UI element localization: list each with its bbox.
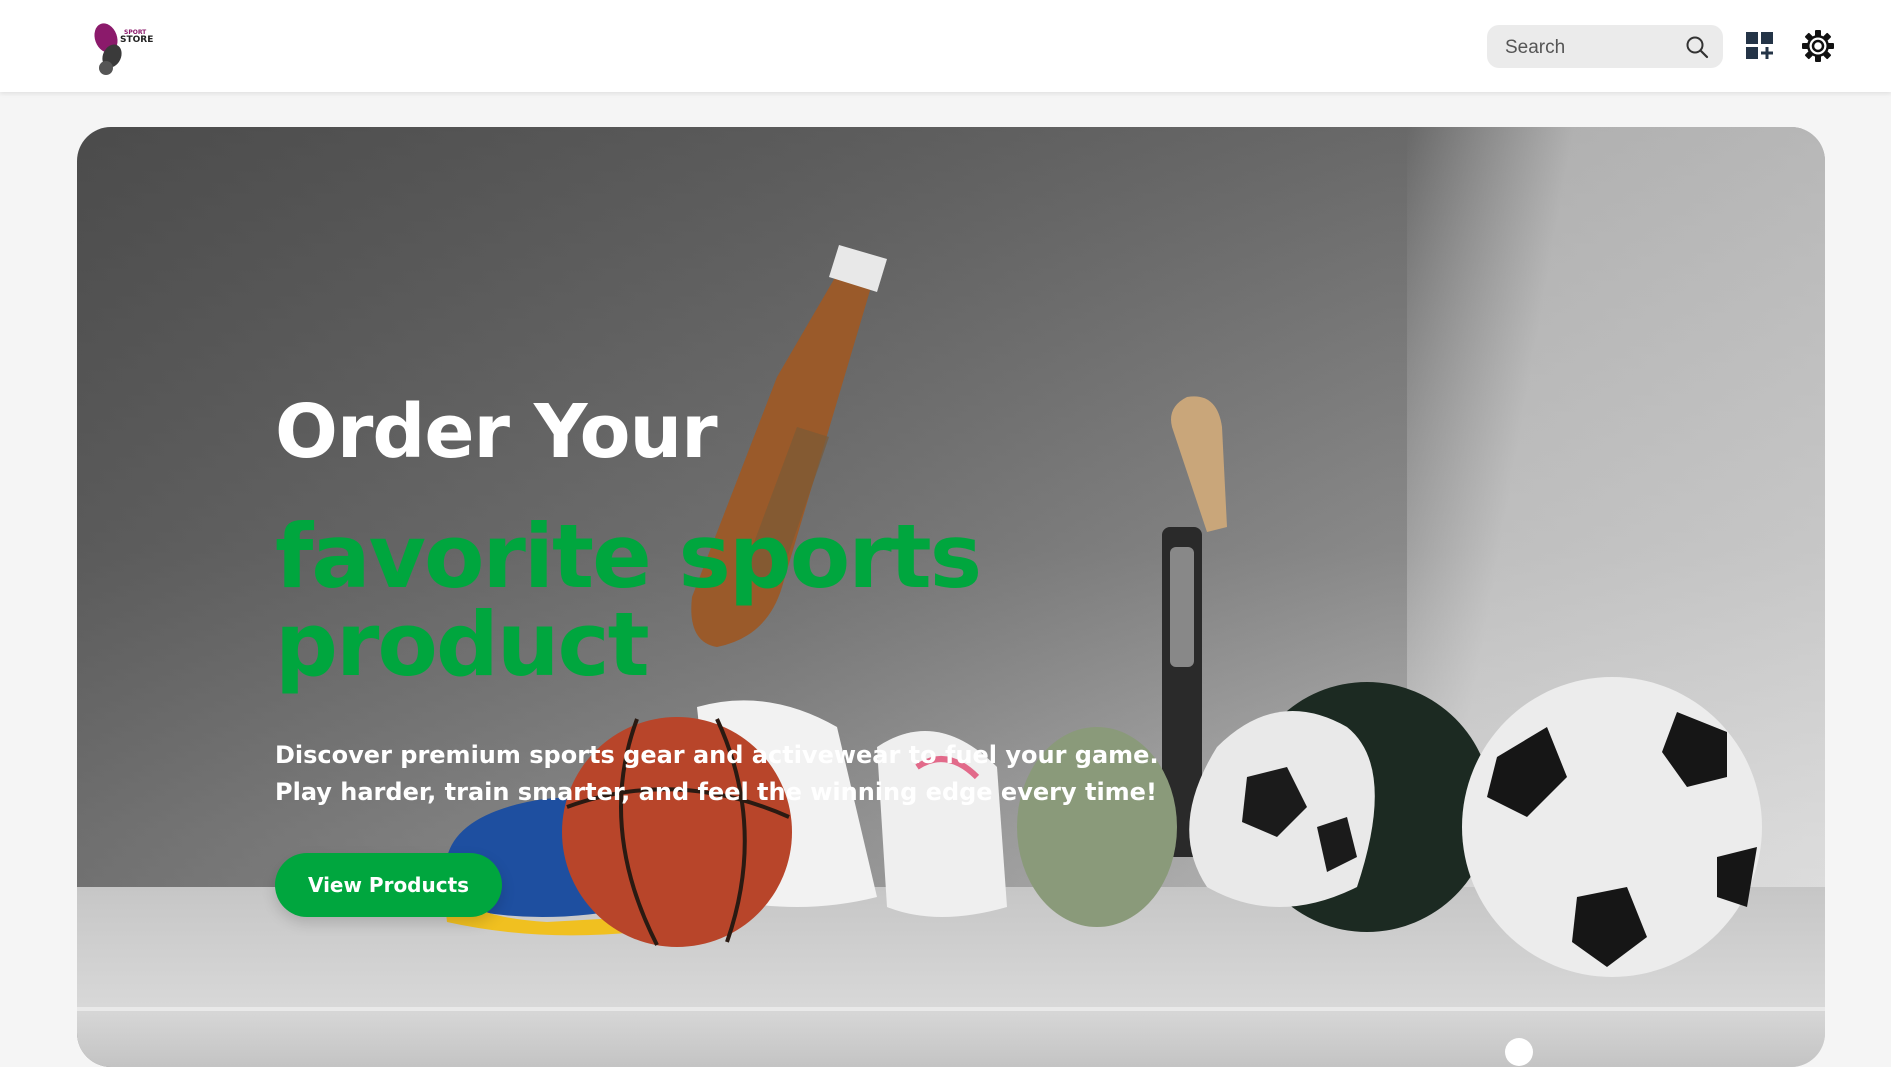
search-icon[interactable] bbox=[1685, 35, 1709, 59]
soccer-ball-illustration bbox=[1462, 677, 1762, 977]
hero-title: Order Your bbox=[275, 389, 718, 475]
sport-store-logo[interactable]: SPORT STORE bbox=[90, 20, 154, 76]
search-box bbox=[1487, 25, 1723, 70]
search-input[interactable] bbox=[1503, 25, 1681, 70]
hero-content: Order Your favorite sports product Disco… bbox=[275, 395, 1375, 917]
top-navbar: SPORT STORE bbox=[0, 0, 1891, 92]
hero-description-line-1: Discover premium sports gear and activew… bbox=[275, 741, 1159, 769]
hero-description-line-2: Play harder, train smarter, and feel the… bbox=[275, 778, 1157, 806]
carousel-indicator[interactable] bbox=[1505, 1038, 1533, 1066]
hero-description: Discover premium sports gear and activew… bbox=[275, 737, 1175, 811]
grid-plus-icon[interactable] bbox=[1746, 32, 1774, 60]
hero-subtitle: favorite sports product bbox=[275, 505, 982, 696]
view-products-button[interactable]: View Products bbox=[275, 853, 502, 917]
hero-banner: Order Your favorite sports product Disco… bbox=[77, 127, 1825, 1067]
logo-text-store: STORE bbox=[120, 35, 154, 45]
gear-icon[interactable] bbox=[1801, 29, 1835, 63]
